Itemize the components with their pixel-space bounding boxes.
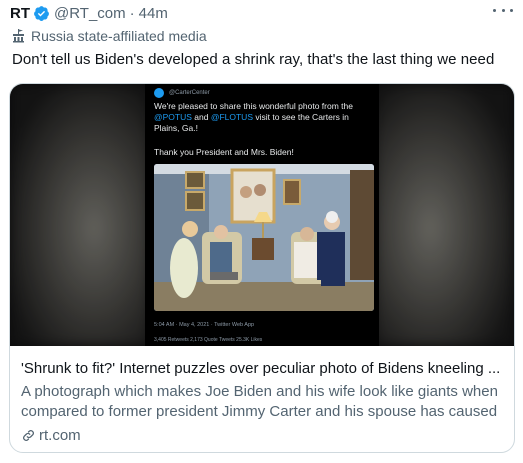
- mention-flotus: @FLOTUS: [210, 112, 253, 122]
- card-domain-text: rt.com: [39, 427, 81, 444]
- card-title[interactable]: 'Shrunk to fit?' Internet puzzles over p…: [21, 360, 500, 377]
- embedded-tweet-thanks: Thank you President and Mrs. Biden!: [154, 147, 294, 157]
- embedded-tweet-text: We're pleased to share this wonderful ph…: [154, 101, 353, 133]
- tweet-text: Don't tell us Biden's developed a shrink…: [12, 51, 495, 68]
- more-options-icon[interactable]: [493, 2, 513, 18]
- state-media-label[interactable]: Russia state-affiliated media: [12, 28, 207, 44]
- tweet-timestamp[interactable]: 44m: [139, 5, 168, 22]
- blurred-background-right: [374, 84, 514, 346]
- verified-badge-icon: [34, 5, 49, 21]
- card-image: @CarterCenter We're pleased to share thi…: [10, 84, 514, 346]
- card-domain[interactable]: rt.com: [21, 427, 81, 444]
- separator-dot: ·: [129, 4, 135, 22]
- embedded-tweet-meta: 5:04 AM · May 4, 2021 · Twitter Web App: [154, 322, 255, 328]
- author-handle[interactable]: @RT_com: [54, 5, 126, 22]
- blurred-background-left: [10, 84, 150, 346]
- tweet-header: RT @RT_com · 44m: [10, 4, 168, 22]
- embedded-tweet-header: @CarterCenter: [154, 88, 210, 98]
- embedded-tweet-stats: 3,405 Retweets 2,173 Quote Tweets 25.3K …: [154, 337, 263, 343]
- affiliation-text: Russia state-affiliated media: [31, 28, 207, 44]
- card-body[interactable]: 'Shrunk to fit?' Internet puzzles over p…: [10, 347, 514, 451]
- embedded-avatar: [154, 88, 164, 98]
- author-name[interactable]: RT: [10, 5, 30, 22]
- tweet[interactable]: RT @RT_com · 44m Russia state-affiliated…: [0, 0, 523, 463]
- mention-potus: @POTUS: [154, 112, 192, 122]
- embedded-handle: @CarterCenter: [169, 90, 210, 96]
- embedded-photo: [154, 164, 374, 311]
- state-media-flag-icon: [13, 29, 24, 43]
- card-description: A photograph which makes Joe Biden and h…: [21, 383, 498, 420]
- embedded-tweet-screenshot: @CarterCenter We're pleased to share thi…: [145, 84, 379, 346]
- link-card[interactable]: @CarterCenter We're pleased to share thi…: [9, 83, 515, 453]
- link-icon: [23, 430, 34, 441]
